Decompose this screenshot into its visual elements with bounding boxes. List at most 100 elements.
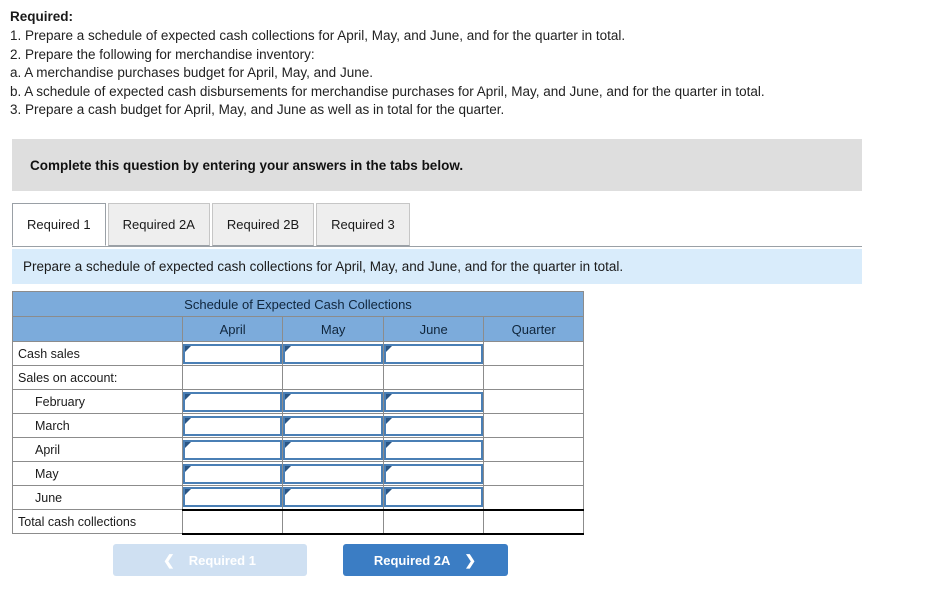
- tab-required-2a[interactable]: Required 2A: [107, 203, 210, 246]
- cell-may[interactable]: [282, 341, 384, 366]
- cell-june[interactable]: [382, 485, 485, 510]
- next-requirement-button[interactable]: Required 2A ❯: [342, 544, 508, 576]
- cell-june[interactable]: [382, 437, 485, 462]
- cell-april[interactable]: [181, 389, 284, 414]
- row-label-cell: February: [12, 389, 183, 414]
- next-requirement-label: Required 2A: [373, 552, 451, 568]
- amount-input[interactable]: [383, 439, 484, 460]
- cell-june[interactable]: [382, 341, 485, 366]
- cell-april: [181, 365, 284, 390]
- schedule-of-expected-cash-collections-table: Schedule of Expected Cash Collections Ap…: [12, 291, 584, 535]
- cell-april[interactable]: [181, 485, 284, 510]
- required-line-2b: b. A schedule of expected cash disbursem…: [10, 83, 765, 99]
- amount-input[interactable]: [283, 415, 383, 436]
- table-row: February: [12, 389, 584, 414]
- column-header-blank: [12, 316, 183, 342]
- cell-april[interactable]: [181, 461, 284, 486]
- required-line-3: 3. Prepare a cash budget for April, May,…: [10, 102, 505, 117]
- table-title-row: Schedule of Expected Cash Collections: [12, 291, 584, 317]
- row-label: Sales on account:: [18, 370, 118, 385]
- amount-input[interactable]: [383, 391, 484, 412]
- notice-text: Complete this question by entering your …: [30, 157, 464, 173]
- chevron-left-icon: ❮: [163, 552, 175, 568]
- cell-quarter: [483, 461, 584, 486]
- row-label-cell: June: [12, 485, 183, 510]
- row-label: May: [35, 466, 59, 481]
- amount-input[interactable]: [182, 415, 283, 436]
- required-line-2a: a. A merchandise purchases budget for Ap…: [10, 65, 373, 80]
- row-label: Cash sales: [18, 346, 80, 361]
- row-label-cell: Total cash collections: [12, 509, 183, 534]
- table-row: April: [12, 437, 584, 462]
- prev-requirement-label: Required 1: [188, 552, 256, 568]
- column-header-label: May: [320, 321, 346, 337]
- tab-required-1[interactable]: Required 1: [12, 203, 106, 246]
- column-header-june: June: [382, 316, 485, 342]
- required-line-2: 2. Prepare the following for merchandise…: [10, 46, 315, 62]
- cell-june[interactable]: [382, 461, 485, 486]
- cell-april[interactable]: [181, 341, 284, 366]
- table-head: Schedule of Expected Cash Collections Ap…: [12, 291, 584, 342]
- amount-input[interactable]: [383, 487, 484, 508]
- row-label: Total cash collections: [18, 514, 137, 529]
- cell-may[interactable]: [282, 485, 384, 510]
- column-header-quarter: Quarter: [483, 316, 584, 342]
- row-label: April: [35, 442, 61, 457]
- amount-input[interactable]: [182, 343, 283, 364]
- cell-quarter: [483, 437, 584, 462]
- prev-requirement-button[interactable]: ❮ Required 1: [112, 544, 307, 576]
- table-row: Total cash collections: [12, 508, 584, 535]
- amount-input[interactable]: [283, 463, 383, 484]
- amount-input[interactable]: [283, 391, 383, 412]
- chevron-right-icon: ❯: [464, 552, 477, 568]
- cell-april: [181, 508, 284, 535]
- cell-may[interactable]: [282, 437, 384, 462]
- cell-april[interactable]: [181, 413, 284, 438]
- table-row: June: [12, 485, 584, 510]
- row-label: March: [35, 418, 70, 433]
- row-label-cell: March: [12, 413, 183, 438]
- required-heading: Required:: [10, 9, 74, 24]
- required-prompt-block: Required: 1. Prepare a schedule of expec…: [0, 0, 927, 120]
- table-title: Schedule of Expected Cash Collections: [12, 291, 584, 317]
- tab-label: Required 2B: [226, 217, 300, 232]
- table-row: March: [12, 413, 584, 438]
- amount-input[interactable]: [383, 343, 484, 364]
- column-header-may: May: [282, 316, 384, 342]
- cell-quarter: [483, 341, 584, 366]
- amount-input[interactable]: [283, 439, 383, 460]
- cell-quarter: [483, 413, 584, 438]
- amount-input[interactable]: [383, 415, 484, 436]
- cell-quarter: [483, 365, 584, 390]
- requirement-navigation-bar: ❮ Required 1 Required 2A ❯: [0, 544, 620, 576]
- tab-required-2b[interactable]: Required 2B: [211, 203, 315, 246]
- cell-may[interactable]: [282, 461, 384, 486]
- cell-may[interactable]: [282, 389, 384, 414]
- amount-input[interactable]: [283, 487, 383, 508]
- amount-input[interactable]: [182, 487, 283, 508]
- column-header-label: Quarter: [511, 321, 556, 337]
- table-column-header-row: April May June Quarter: [12, 316, 584, 342]
- tab-required-3[interactable]: Required 3: [316, 203, 410, 246]
- cell-june: [382, 508, 485, 535]
- row-label-cell: Sales on account:: [12, 365, 183, 390]
- tab-label: Required 1: [27, 217, 91, 232]
- amount-input[interactable]: [383, 463, 484, 484]
- cell-may: [282, 365, 384, 390]
- cell-april[interactable]: [181, 437, 284, 462]
- amount-input[interactable]: [182, 391, 283, 412]
- amount-input[interactable]: [182, 439, 283, 460]
- row-label: February: [35, 394, 86, 409]
- column-header-label: June: [419, 321, 448, 337]
- required-line-1: 1. Prepare a schedule of expected cash c…: [10, 28, 626, 43]
- complete-question-notice: Complete this question by entering your …: [12, 139, 862, 191]
- column-header-label: April: [219, 321, 246, 337]
- tab-label: Required 2A: [122, 217, 195, 232]
- cell-june[interactable]: [382, 413, 485, 438]
- amount-input[interactable]: [182, 463, 283, 484]
- table-body: Cash sales Sales on account: February March…: [12, 341, 584, 535]
- amount-input[interactable]: [283, 343, 383, 364]
- cell-may[interactable]: [282, 413, 384, 438]
- cell-quarter: [483, 508, 584, 535]
- cell-june[interactable]: [382, 389, 485, 414]
